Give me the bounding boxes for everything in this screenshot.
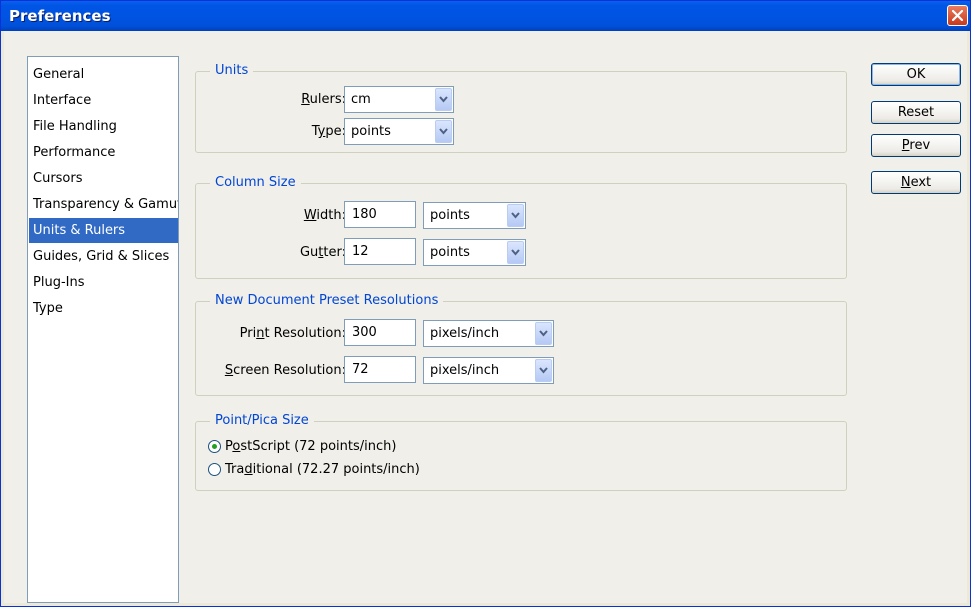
reset-label: Reset <box>897 105 935 120</box>
rulers-value: cm <box>351 92 371 107</box>
chevron-down-icon <box>439 128 448 135</box>
category-item[interactable]: Type <box>29 296 178 321</box>
column-size-legend: Column Size <box>210 175 301 190</box>
title-bar[interactable]: Preferences <box>1 1 970 31</box>
screen-resolution-unit-value: pixels/inch <box>430 363 500 378</box>
print-resolution-unit-value: pixels/inch <box>430 326 500 341</box>
ok-label: OK <box>906 67 926 82</box>
type-label: Type: <box>311 124 346 139</box>
preferences-dialog: Preferences General Interface File Handlin… <box>0 0 971 607</box>
width-unit-dropdown-arrow[interactable] <box>507 204 524 227</box>
gutter-label: Gutter: <box>299 245 346 260</box>
gutter-unit-value: points <box>430 245 470 260</box>
width-input[interactable]: 180 <box>344 201 416 228</box>
next-label: Next <box>900 175 932 190</box>
print-resolution-label: Print Resolution: <box>239 326 346 341</box>
gutter-unit-select[interactable]: points <box>423 239 526 266</box>
close-icon <box>952 10 963 21</box>
rulers-label: Rulers: <box>301 92 346 107</box>
units-legend: Units <box>210 63 254 78</box>
category-item[interactable]: Cursors <box>29 166 178 191</box>
screen-resolution-value: 72 <box>352 362 369 377</box>
print-resolution-unit-select[interactable]: pixels/inch <box>423 320 554 347</box>
point-pica-size-group: Point/Pica Size PostScript (72 points/in… <box>195 413 847 491</box>
point-pica-legend: Point/Pica Size <box>210 413 314 428</box>
width-value: 180 <box>352 207 377 222</box>
chevron-down-icon <box>539 330 548 337</box>
screen-resolution-input[interactable]: 72 <box>344 356 416 383</box>
screen-resolution-label: Screen Resolution: <box>224 363 346 378</box>
width-unit-value: points <box>430 208 470 223</box>
chevron-down-icon <box>539 367 548 374</box>
gutter-input[interactable]: 12 <box>344 238 416 265</box>
screen-resolution-unit-select[interactable]: pixels/inch <box>423 357 554 384</box>
width-label: Width: <box>303 208 346 223</box>
traditional-label: Traditional (72.27 points/inch) <box>225 462 420 477</box>
chevron-down-icon <box>511 212 520 219</box>
category-item[interactable]: Interface <box>29 88 178 113</box>
next-button[interactable]: Next <box>871 171 961 194</box>
category-item[interactable]: Units & Rulers <box>29 218 178 243</box>
postscript-radio[interactable] <box>208 440 221 453</box>
gutter-unit-dropdown-arrow[interactable] <box>507 241 524 264</box>
dialog-body: General Interface File Handling Performance… <box>4 31 967 603</box>
category-item[interactable]: File Handling <box>29 114 178 139</box>
category-item[interactable]: General <box>29 62 178 87</box>
category-item[interactable]: Plug-Ins <box>29 270 178 295</box>
print-unit-dropdown-arrow[interactable] <box>535 322 552 345</box>
screen-unit-dropdown-arrow[interactable] <box>535 359 552 382</box>
category-item[interactable]: Transparency & Gamut <box>29 192 178 217</box>
prev-label: Prev <box>901 138 931 153</box>
traditional-radio-option[interactable]: Traditional (72.27 points/inch) <box>208 462 508 480</box>
window-title: Preferences <box>9 7 111 25</box>
radio-selected-dot <box>212 444 217 449</box>
close-button[interactable] <box>947 5 968 26</box>
rulers-dropdown-arrow[interactable] <box>435 88 452 111</box>
print-resolution-value: 300 <box>352 325 377 340</box>
postscript-label: PostScript (72 points/inch) <box>225 439 397 454</box>
chevron-down-icon <box>511 249 520 256</box>
category-item[interactable]: Performance <box>29 140 178 165</box>
type-value: points <box>351 124 391 139</box>
traditional-radio[interactable] <box>208 463 221 476</box>
category-item[interactable]: Guides, Grid & Slices <box>29 244 178 269</box>
column-size-group: Column Size Width: 180 points Gutter: 12… <box>195 175 847 279</box>
type-dropdown-arrow[interactable] <box>435 120 452 143</box>
gutter-value: 12 <box>352 244 369 259</box>
ok-button[interactable]: OK <box>871 63 961 86</box>
reset-button[interactable]: Reset <box>871 101 961 124</box>
preset-resolutions-group: New Document Preset Resolutions Print Re… <box>195 293 847 396</box>
rulers-select[interactable]: cm <box>344 86 454 113</box>
width-unit-select[interactable]: points <box>423 202 526 229</box>
type-select[interactable]: points <box>344 118 454 145</box>
chevron-down-icon <box>439 96 448 103</box>
postscript-radio-option[interactable]: PostScript (72 points/inch) <box>208 439 508 457</box>
category-list[interactable]: General Interface File Handling Performance… <box>27 56 179 603</box>
preset-resolutions-legend: New Document Preset Resolutions <box>210 293 444 308</box>
print-resolution-input[interactable]: 300 <box>344 319 416 346</box>
prev-button[interactable]: Prev <box>871 134 961 157</box>
units-group: Units Rulers: cm Type: points <box>195 63 847 153</box>
